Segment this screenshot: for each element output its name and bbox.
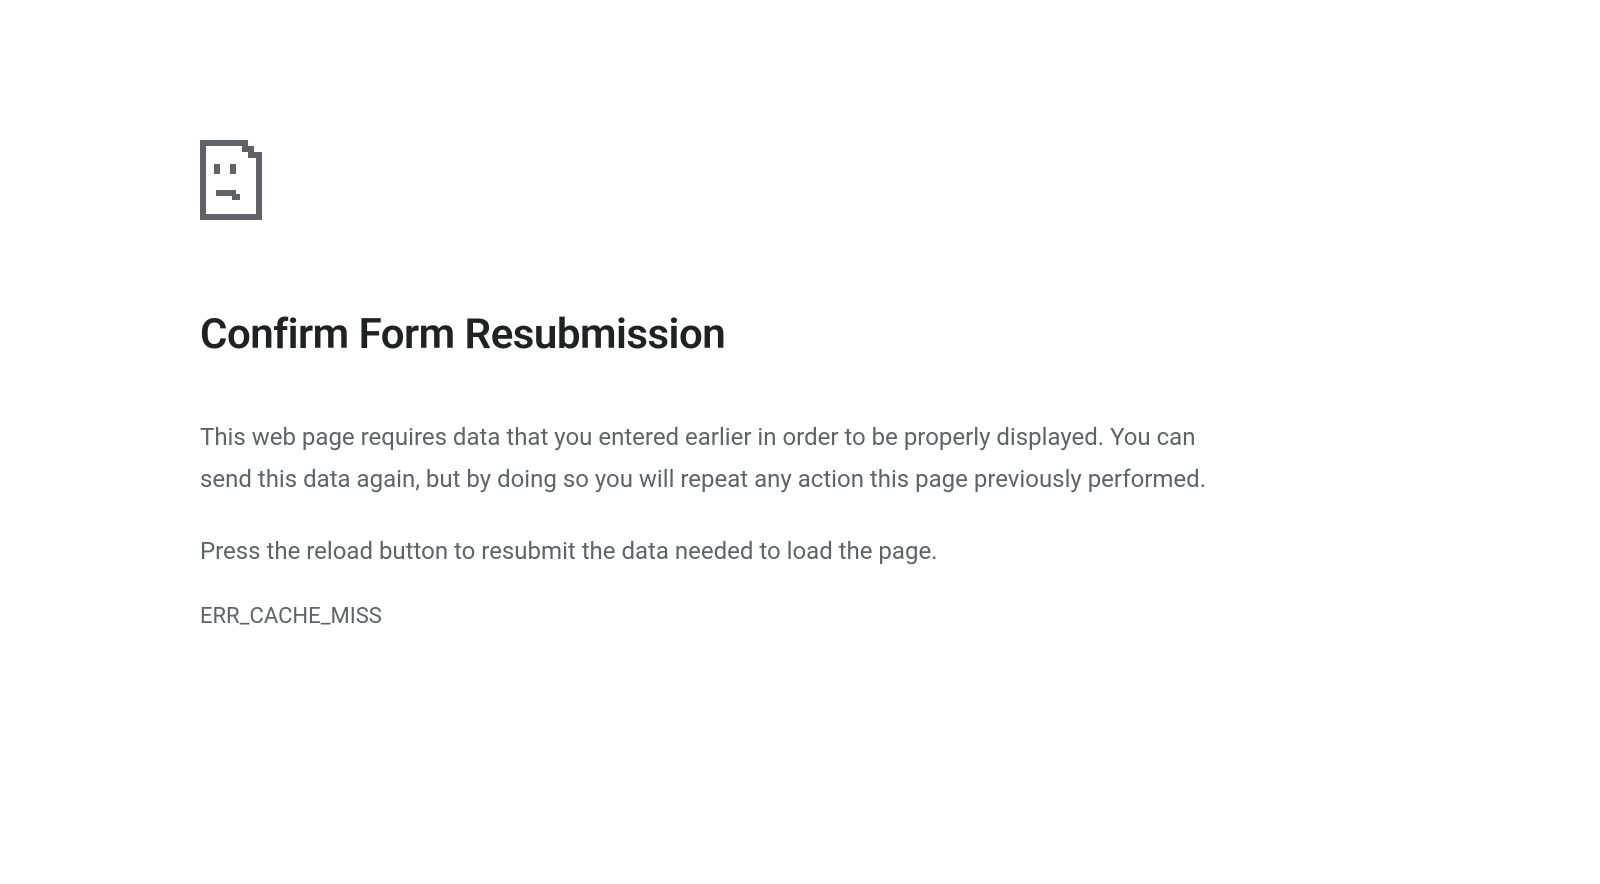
explanation-text-2: Press the reload button to resubmit the … bbox=[200, 530, 1210, 572]
page-title: Confirm Form Resubmission bbox=[200, 310, 1250, 360]
error-code: ERR_CACHE_MISS bbox=[200, 604, 1250, 629]
explanation-text-1: This web page requires data that you ent… bbox=[200, 416, 1210, 500]
sad-page-icon bbox=[200, 140, 1250, 220]
error-page-container: Confirm Form Resubmission This web page … bbox=[0, 0, 1250, 629]
